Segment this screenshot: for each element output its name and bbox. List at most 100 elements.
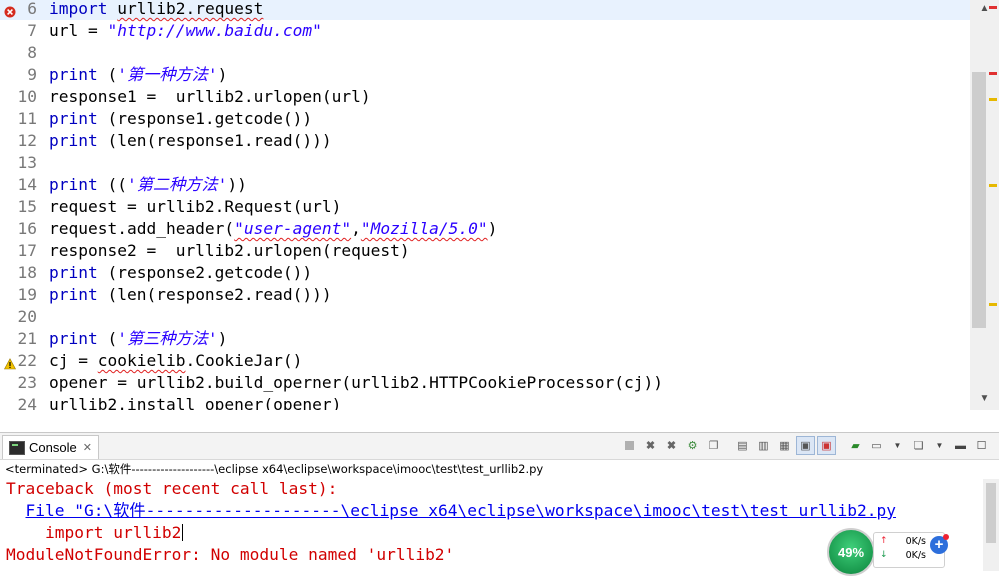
code-line[interactable]: 19 print (len(response2.read())) [0, 284, 970, 306]
line-number: 18 [17, 263, 38, 282]
code-line[interactable]: 12 print (len(response1.read())) [0, 130, 970, 152]
code-text[interactable]: request = urllib2.Request(url) [49, 196, 341, 218]
overview-error-mark[interactable] [989, 6, 997, 9]
scroll-down-arrow-icon[interactable]: ▼ [970, 390, 999, 408]
code-line[interactable]: 6 import urllib2.request [0, 0, 970, 20]
code-line[interactable]: 16 request.add_header("user-agent","Mozil… [0, 218, 970, 240]
line-number: 23 [17, 373, 38, 392]
code-lines[interactable]: 6 import urllib2.request 7 url = "http://ww… [0, 0, 970, 410]
console-tabbar: Console ✕ ✖ ✖ ⚙ ❐ ▤ ▥ ▦ ▣ ▣ ▰ ▭ ▼ ❏ ▼ ▬ … [0, 433, 999, 460]
chevron-down-icon[interactable]: ▼ [930, 436, 949, 455]
code-text[interactable]: print (response2.getcode()) [49, 262, 312, 284]
console-scroll-thumb[interactable] [986, 483, 996, 543]
code-text[interactable]: print (len(response1.read())) [49, 130, 332, 152]
code-text[interactable]: import urllib2.request [49, 0, 263, 20]
code-line[interactable]: 8 [0, 42, 970, 64]
chevron-down-icon[interactable]: ▼ [888, 436, 907, 455]
word-wrap-icon[interactable]: ▦ [775, 436, 794, 455]
console-text: ModuleNotFoundError: No module named 'ur… [6, 545, 455, 564]
code-token: "user-agent" [234, 219, 352, 238]
code-line[interactable]: 21 print ('第三种方法') [0, 328, 970, 350]
code-token: print [49, 175, 98, 194]
code-line[interactable]: 14 print (('第二种方法')) [0, 174, 970, 196]
code-line[interactable]: 20 [0, 306, 970, 328]
line-number: 11 [17, 109, 38, 128]
line-number: 9 [27, 65, 37, 84]
code-text[interactable]: print ('第一种方法') [49, 64, 227, 86]
code-line[interactable]: 22 cj = cookielib.CookieJar() [0, 350, 970, 372]
code-line[interactable]: 17 response2 = urllib2.urlopen(request) [0, 240, 970, 262]
code-text[interactable]: print ('第三种方法') [49, 328, 227, 350]
code-text[interactable]: response1 = urllib2.urlopen(url) [49, 86, 371, 108]
console-line[interactable]: File "G:\软件--------------------\eclipse … [0, 500, 999, 522]
terminate-icon[interactable] [620, 436, 639, 455]
code-line[interactable]: 11 print (response1.getcode()) [0, 108, 970, 130]
code-token: opener = urllib2.build_operner(urllib2.H… [49, 373, 663, 392]
code-token: print [49, 131, 98, 150]
code-text[interactable]: opener = urllib2.build_operner(urllib2.H… [49, 372, 663, 394]
code-text[interactable]: request.add_header("user-agent","Mozilla… [49, 218, 497, 240]
code-line[interactable]: 10 response1 = urllib2.urlopen(url) [0, 86, 970, 108]
line-number: 7 [27, 21, 37, 40]
editor-vertical-scrollbar[interactable]: ▲ ▼ [970, 0, 999, 410]
code-text[interactable]: urllib2.install_opener(opener) [49, 394, 341, 410]
code-token: ) [217, 329, 228, 348]
network-speed-widget[interactable]: 49% ↑ 0K/s ↓ 0K/s + [825, 526, 955, 576]
editor-scroll-thumb[interactable] [972, 72, 986, 328]
traceback-file-link[interactable]: File "G:\软件--------------------\eclipse … [26, 501, 897, 520]
console-tab-label: Console [29, 440, 77, 455]
code-token: print [49, 65, 98, 84]
code-token: (response1.getcode()) [97, 109, 313, 128]
remove-all-terminated-icon[interactable]: ✖ [662, 436, 681, 455]
overview-error-mark[interactable] [989, 72, 997, 75]
download-arrow-icon: ↓ [880, 550, 888, 560]
code-line[interactable]: 15 request = urllib2.Request(url) [0, 196, 970, 218]
code-line[interactable]: 7 url = "http://www.baidu.com" [0, 20, 970, 42]
code-line[interactable]: 24 urllib2.install_opener(opener) [0, 394, 970, 410]
code-line[interactable]: 9 print ('第一种方法') [0, 64, 970, 86]
line-number: 22 [17, 351, 38, 370]
pin-console-icon[interactable]: ▰ [846, 436, 865, 455]
overview-warning-mark[interactable] [989, 303, 997, 306]
remove-launch-icon[interactable]: ✖ [641, 436, 660, 455]
show-on-stderr-icon[interactable]: ▣ [817, 436, 836, 455]
memory-usage-gauge[interactable]: 49% [827, 528, 875, 576]
console-vertical-scrollbar[interactable] [983, 479, 999, 571]
overview-warning-mark[interactable] [989, 184, 997, 187]
show-on-stdout-icon[interactable]: ▣ [796, 436, 815, 455]
open-console-icon[interactable]: ❏ [909, 436, 928, 455]
code-text[interactable]: print (len(response2.read())) [49, 284, 332, 306]
code-line[interactable]: 18 print (response2.getcode()) [0, 262, 970, 284]
display-selected-console-icon[interactable]: ▭ [867, 436, 886, 455]
code-line[interactable]: 13 [0, 152, 970, 174]
code-editor[interactable]: 6 import urllib2.request 7 url = "http://ww… [0, 0, 999, 410]
code-text[interactable]: cj = cookielib.CookieJar() [49, 350, 302, 372]
code-token: '第一种方法' [117, 65, 218, 84]
minimize-icon[interactable]: ▬ [951, 436, 970, 455]
line-number: 6 [27, 0, 37, 18]
code-line[interactable]: 23 opener = urllib2.build_operner(urllib2… [0, 372, 970, 394]
scroll-lock-icon[interactable]: ▥ [754, 436, 773, 455]
line-number: 17 [17, 241, 38, 260]
code-text[interactable]: print (('第二种方法')) [49, 174, 247, 196]
code-token: print [49, 109, 98, 128]
code-text[interactable]: url = "http://www.baidu.com" [49, 20, 322, 42]
console-toolbar: ✖ ✖ ⚙ ❐ ▤ ▥ ▦ ▣ ▣ ▰ ▭ ▼ ❏ ▼ ▬ ☐ [620, 436, 991, 455]
console-launch-status: <terminated> G:\软件--------------------\e… [5, 462, 544, 476]
code-text[interactable]: print (response1.getcode()) [49, 108, 312, 130]
scroll-up-arrow-icon[interactable]: ▲ [970, 0, 999, 18]
code-text[interactable]: response2 = urllib2.urlopen(request) [49, 240, 410, 262]
copy-icon[interactable]: ❐ [704, 436, 723, 455]
maximize-icon[interactable]: ☐ [972, 436, 991, 455]
close-icon[interactable]: ✕ [83, 441, 92, 454]
line-number: 19 [17, 285, 38, 304]
clear-console-icon[interactable]: ▤ [733, 436, 752, 455]
line-number: 20 [17, 307, 38, 326]
overview-warning-mark[interactable] [989, 98, 997, 101]
code-token: (len(response1.read())) [97, 131, 332, 150]
pydev-console-icon[interactable]: ⚙ [683, 436, 702, 455]
tab-console[interactable]: Console ✕ [2, 435, 99, 459]
line-number: 16 [17, 219, 38, 238]
line-number: 13 [17, 153, 38, 172]
code-token: request.add_header( [49, 219, 235, 238]
